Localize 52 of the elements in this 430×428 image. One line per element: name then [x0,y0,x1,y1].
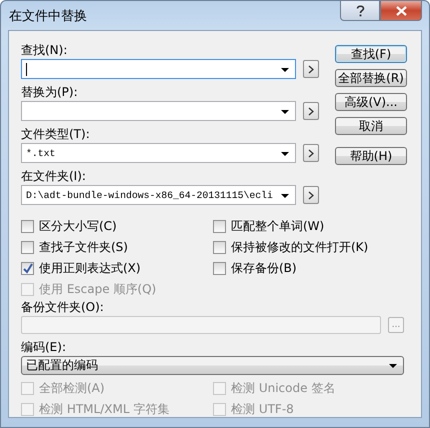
dialog-button[interactable]: 全部替换(R) [335,69,407,87]
help-icon[interactable] [340,1,380,21]
arrow-button[interactable] [303,102,319,120]
checkbox[interactable] [21,220,34,233]
field-label: 备份文件夹(O): [21,300,105,314]
dialog-button[interactable]: 高级(V)... [335,93,407,111]
dialog-button[interactable]: 帮助(H) [335,147,407,165]
field-label: 编码(E): [21,340,67,354]
dropdown-arrow-icon[interactable] [389,364,397,368]
chevron-right-icon [308,64,314,74]
field-value: D:\adt-bundle-windows-x86_64-20131115\ecli [26,190,273,200]
field-label: 在文件夹(I): [21,169,87,183]
checkbox-label: 检测 HTML/XML 字符集 [39,401,170,418]
chevron-right-icon [308,190,314,200]
arrow-button[interactable] [303,186,319,204]
checkbox[interactable] [213,262,226,275]
dialog-button[interactable]: 查找(F) [335,45,407,63]
checkbox-label: 保存备份(B) [231,260,297,277]
dropdown-arrow-icon[interactable] [281,194,289,198]
close-icon[interactable] [380,1,422,21]
window-title: 在文件中替换 [9,8,87,24]
checkbox-label: 使用 Escape 顺序(Q) [39,281,156,298]
checkbox-label: 区分大小写(C) [39,218,117,235]
encoding-dropdown[interactable]: 已配置的编码 [21,356,404,375]
combo-field[interactable] [21,59,296,79]
checkbox-label: 全部检测(A) [39,380,105,397]
combo-field[interactable]: *.txt [21,143,296,163]
chevron-right-icon [308,106,314,116]
checkbox[interactable] [213,220,226,233]
checkbox-label: 检测 Unicode 签名 [231,380,336,397]
arrow-button[interactable] [303,60,319,78]
checkbox-label: 匹配整个单词(W) [231,218,324,235]
dropdown-arrow-icon[interactable] [281,68,289,72]
text-cursor [26,62,27,76]
checkbox-label: 检测 UTF-8 [231,401,294,418]
dropdown-arrow-icon[interactable] [281,110,289,114]
checkbox-label: 查找子文件夹(S) [39,239,128,256]
checkbox[interactable] [21,262,34,275]
combo-field[interactable]: D:\adt-bundle-windows-x86_64-20131115\ecli [21,185,296,205]
field-label: 文件类型(T): [21,127,91,141]
dropdown-arrow-icon[interactable] [281,152,289,156]
checkbox[interactable] [21,241,34,254]
field-label: 查找(N): [21,43,68,57]
checkbox[interactable] [213,241,226,254]
field-label: 替换为(P): [21,85,79,99]
checkbox-label: 保持被修改的文件打开(K) [231,239,368,256]
combo-field[interactable] [21,101,296,121]
chevron-right-icon [308,148,314,158]
dialog-button[interactable]: 取消 [335,117,407,135]
field-value: *.txt [26,148,56,158]
checkbox-label: 使用正则表达式(X) [39,260,141,277]
arrow-button[interactable] [303,144,319,162]
